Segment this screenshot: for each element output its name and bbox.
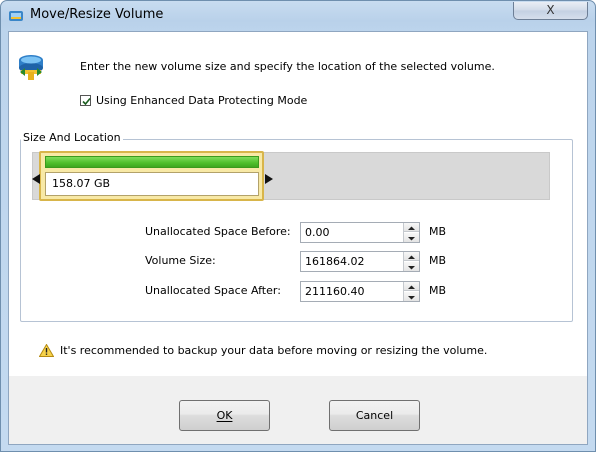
spin-down-icon	[408, 237, 415, 241]
dialog-body: Enter the new volume size and specify th…	[8, 31, 588, 445]
backup-warning-text: It's recommended to backup your data bef…	[60, 344, 488, 357]
enhanced-protect-label: Using Enhanced Data Protecting Mode	[96, 94, 308, 107]
partition-size-label: 158.07 GB	[45, 172, 259, 196]
after-spin-down[interactable]	[404, 292, 419, 301]
spin-up-icon	[408, 285, 415, 289]
unallocated-after-value[interactable]: 211160.40	[305, 285, 365, 298]
unallocated-before-input[interactable]: 0.00	[300, 222, 420, 243]
unallocated-after-unit: MB	[429, 284, 447, 297]
size-spin-up[interactable]	[404, 252, 419, 261]
unallocated-after-label: Unallocated Space After:	[145, 284, 281, 297]
spin-down-icon	[408, 296, 415, 300]
app-icon	[9, 11, 23, 21]
window-title: Move/Resize Volume	[30, 7, 164, 22]
left-handle-icon[interactable]	[32, 174, 40, 184]
size-location-label: Size And Location	[21, 131, 123, 144]
enhanced-protect-checkbox[interactable]	[80, 95, 91, 106]
close-icon: X	[546, 3, 555, 17]
instruction-text: Enter the new volume size and specify th…	[80, 60, 495, 73]
size-spin-down[interactable]	[404, 262, 419, 271]
unallocated-before-unit: MB	[429, 225, 447, 238]
cancel-button[interactable]: Cancel	[329, 400, 420, 431]
ok-button-label: OK	[216, 409, 233, 422]
backup-warning: It's recommended to backup your data bef…	[39, 344, 487, 357]
volume-size-value[interactable]: 161864.02	[305, 255, 365, 268]
enhanced-protect-option[interactable]: Using Enhanced Data Protecting Mode	[80, 94, 307, 107]
volume-size-input[interactable]: 161864.02	[300, 251, 420, 272]
warning-icon	[39, 344, 54, 357]
cancel-button-label: Cancel	[355, 409, 394, 422]
unallocated-before-value[interactable]: 0.00	[305, 226, 330, 239]
right-handle-icon[interactable]	[265, 174, 273, 184]
close-button[interactable]: X	[513, 2, 588, 20]
before-spin-down[interactable]	[404, 233, 419, 242]
after-spin-up[interactable]	[404, 282, 419, 291]
unallocated-before-label: Unallocated Space Before:	[145, 225, 291, 238]
volume-size-unit: MB	[429, 254, 447, 267]
spin-down-icon	[408, 266, 415, 270]
checkmark-icon	[82, 97, 91, 106]
partition-usage-bar	[45, 156, 259, 168]
content-panel: Enter the new volume size and specify th…	[9, 32, 587, 376]
spin-up-icon	[408, 255, 415, 259]
move-resize-dialog: Move/Resize Volume X Enter the new volum…	[0, 0, 596, 452]
title-bar[interactable]: Move/Resize Volume X	[1, 1, 595, 31]
ok-button[interactable]: OK	[179, 400, 270, 431]
partition-block[interactable]: 158.07 GB	[39, 151, 264, 201]
before-spin-up[interactable]	[404, 223, 419, 232]
move-resize-icon	[19, 55, 43, 80]
unallocated-after-input[interactable]: 211160.40	[300, 281, 420, 302]
spin-up-icon	[408, 226, 415, 230]
volume-size-label: Volume Size:	[145, 254, 216, 267]
